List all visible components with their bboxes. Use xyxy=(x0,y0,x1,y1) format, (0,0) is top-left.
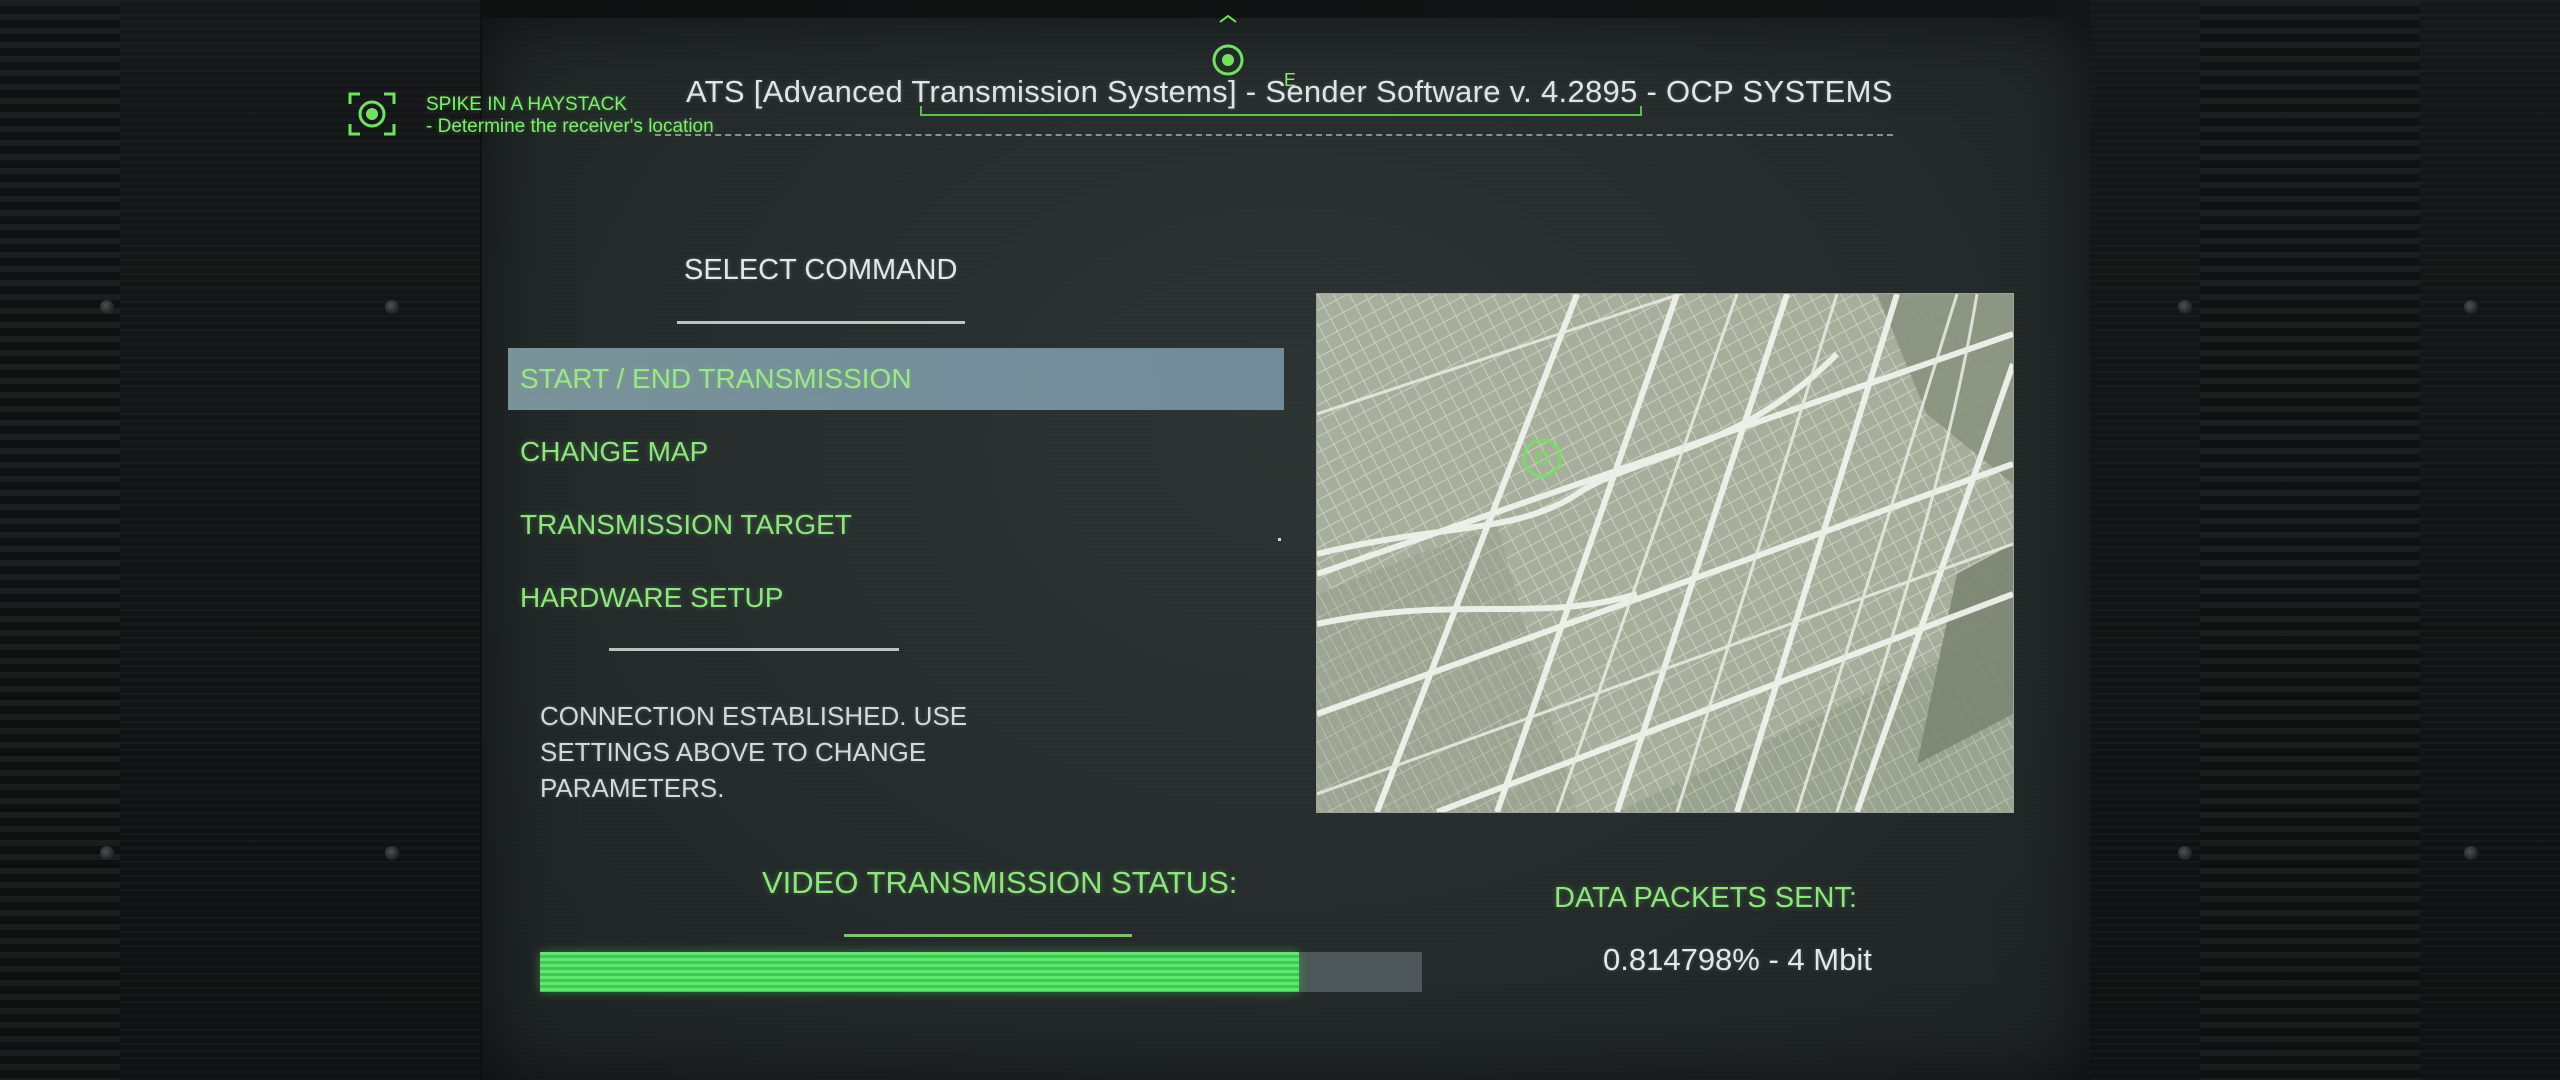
menu-item-change-map[interactable]: CHANGE MAP xyxy=(508,421,1284,483)
menu-item-label: TRANSMISSION TARGET xyxy=(520,509,852,540)
compass-direction: E xyxy=(1284,70,1297,90)
rivet xyxy=(100,846,114,860)
right-vent xyxy=(2200,0,2420,1080)
status-divider xyxy=(844,934,1132,937)
rivet xyxy=(2464,300,2478,314)
heading-divider xyxy=(677,321,965,324)
compass-bar xyxy=(920,106,1642,116)
cursor xyxy=(1278,538,1281,541)
menu-item-label: CHANGE MAP xyxy=(520,436,709,467)
menu-item-label: START / END TRANSMISSION xyxy=(520,363,912,394)
menu-item-start-end-transmission[interactable]: START / END TRANSMISSION xyxy=(508,348,1284,410)
objective-description: - Determine the receiver's location xyxy=(426,116,714,137)
rivet xyxy=(385,846,399,860)
rivet xyxy=(385,300,399,314)
menu-divider xyxy=(609,648,899,651)
title-underline xyxy=(655,134,1893,136)
video-transmission-status-label: VIDEO TRANSMISSION STATUS: xyxy=(762,865,1238,900)
right-wall-panel xyxy=(2090,0,2560,1080)
waypoint-marker-icon xyxy=(1212,14,1244,76)
objective-title: SPIKE IN A HAYSTACK xyxy=(426,94,627,115)
menu-item-label: HARDWARE SETUP xyxy=(520,582,784,613)
data-packets-value: 0.814798% - 4 Mbit xyxy=(1603,942,1872,977)
menu-item-hardware-setup[interactable]: HARDWARE SETUP xyxy=(508,567,1284,629)
target-scan-icon xyxy=(348,92,396,136)
city-map[interactable] xyxy=(1316,293,2014,813)
rivet xyxy=(100,300,114,314)
rivet xyxy=(2178,846,2192,860)
data-packets-label: DATA PACKETS SENT: xyxy=(1554,882,1857,914)
menu-heading: SELECT COMMAND xyxy=(684,254,958,286)
map-graphic xyxy=(1317,294,2013,812)
rivet xyxy=(2464,846,2478,860)
transmission-progress-bar[interactable] xyxy=(540,952,1422,992)
left-wall-panel xyxy=(0,0,480,1080)
transmission-progress-fill xyxy=(540,952,1299,992)
game-scene: ATS [Advanced Transmission Systems] - Se… xyxy=(0,0,2560,1080)
menu-item-transmission-target[interactable]: TRANSMISSION TARGET xyxy=(508,494,1284,556)
left-vent xyxy=(0,0,120,1080)
rivet xyxy=(2178,300,2192,314)
status-message: CONNECTION ESTABLISHED. USE SETTINGS ABO… xyxy=(540,701,968,803)
